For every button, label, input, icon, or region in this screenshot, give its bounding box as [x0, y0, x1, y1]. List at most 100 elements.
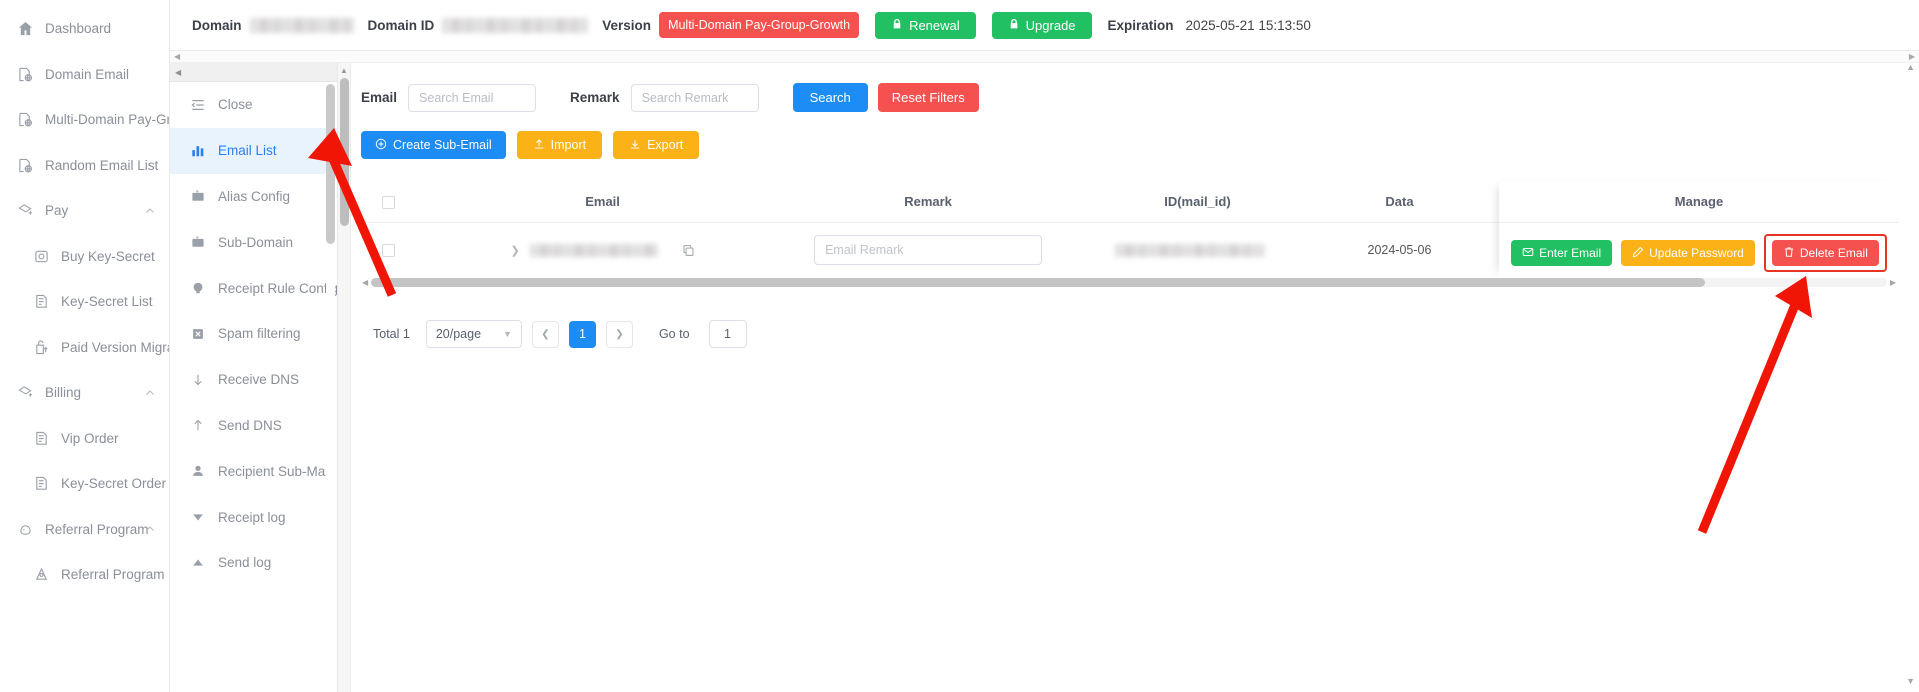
- inner-menu-collapse-handle[interactable]: ◀: [170, 63, 337, 82]
- inner-menu-item-recipient-sub-mail[interactable]: Recipient Sub-Mail: [170, 448, 337, 494]
- lock-icon: [1008, 18, 1020, 33]
- sidebar-group-billing[interactable]: Billing: [0, 370, 169, 416]
- page-size-select[interactable]: 20/page ▼: [425, 320, 522, 349]
- copy-icon[interactable]: [682, 244, 695, 257]
- update-password-button[interactable]: Update Password: [1621, 240, 1755, 266]
- inner-menu-item-email-list[interactable]: Email List: [170, 127, 337, 174]
- inner-menu-item-spam-filtering[interactable]: Spam filtering: [170, 311, 337, 357]
- scroll-right-arrow-icon[interactable]: ▶: [1887, 278, 1899, 287]
- sidebar-item-label: Domain Email: [45, 66, 130, 82]
- next-page-button[interactable]: ❯: [605, 320, 633, 348]
- upgrade-button-label: Upgrade: [1025, 17, 1076, 33]
- row-date-cell: 2024-05-06: [1326, 222, 1473, 279]
- sidebar-item-random-email-list[interactable]: Random Email List: [0, 143, 169, 189]
- pencil-icon: [1632, 246, 1644, 261]
- scrollbar-thumb[interactable]: [339, 78, 349, 226]
- row-checkbox[interactable]: [381, 244, 395, 258]
- action-row: Create Sub-Email Import Export: [359, 131, 1899, 159]
- inner-menu-item-alias-config[interactable]: Alias Config: [170, 174, 337, 220]
- select-all-checkbox[interactable]: [381, 196, 395, 210]
- sidebar-item-key-secret-list[interactable]: Key-Secret List: [0, 279, 169, 325]
- sidebar-item-label: Key-Secret List: [61, 294, 153, 310]
- version-badge[interactable]: Multi-Domain Pay-Group-Growth: [659, 12, 860, 38]
- arrow-down-icon: [190, 373, 206, 387]
- scroll-left-arrow-icon[interactable]: ◀: [174, 52, 180, 61]
- export-button[interactable]: Export: [613, 131, 700, 159]
- search-email-input[interactable]: [408, 83, 537, 112]
- domain-email-icon: [17, 157, 34, 174]
- scroll-left-arrow-icon[interactable]: ◀: [359, 278, 371, 287]
- inner-menu-item-send-dns[interactable]: Send DNS: [170, 403, 337, 449]
- reset-filters-button[interactable]: Reset Filters: [877, 83, 979, 112]
- prev-page-button[interactable]: ❮: [531, 320, 559, 348]
- delete-email-label: Delete Email: [1799, 246, 1868, 260]
- scrollbar-track: [371, 278, 1887, 287]
- scrollbar-thumb[interactable]: [371, 278, 1705, 287]
- search-remark-input[interactable]: [630, 83, 759, 112]
- search-button[interactable]: Search: [792, 83, 868, 112]
- mail-id-value-masked: [1115, 244, 1266, 258]
- sidebar-item-key-secret-order[interactable]: Key-Secret Order: [0, 461, 169, 507]
- inner-menu-item-receipt-rule-config[interactable]: Receipt Rule Config: [170, 265, 337, 311]
- inner-menu-item-sub-domain[interactable]: Sub-Domain: [170, 219, 337, 265]
- sidebar-item-label: Billing: [45, 385, 82, 401]
- column-header-email: Email: [417, 181, 788, 224]
- chevron-up-icon: [145, 206, 155, 216]
- inner-menu-item-send-log[interactable]: Send log: [170, 540, 337, 586]
- row-expand-icon[interactable]: ❯: [510, 244, 519, 257]
- inner-menu-item-label: Recipient Sub-Mail: [218, 463, 332, 479]
- inner-menu-item-close[interactable]: Close: [170, 82, 337, 128]
- sidebar-item-domain-email[interactable]: Domain Email: [0, 52, 169, 98]
- inner-menu-item-label: Alias Config: [218, 188, 291, 204]
- renewal-button[interactable]: Renewal: [875, 11, 976, 39]
- sidebar-item-label: Vip Order: [61, 430, 119, 446]
- delete-email-button[interactable]: Delete Email: [1771, 240, 1879, 266]
- column-header-data: Data: [1326, 181, 1473, 224]
- upgrade-button[interactable]: Upgrade: [991, 11, 1092, 39]
- sidebar-item-vip-order[interactable]: Vip Order: [0, 416, 169, 462]
- page-number-1[interactable]: 1: [568, 320, 596, 348]
- inner-menu-item-receive-dns[interactable]: Receive DNS: [170, 357, 337, 403]
- horizontal-scrollbar-top[interactable]: ◀ ▶: [170, 51, 1919, 63]
- column-header-remark: Remark: [787, 181, 1069, 224]
- pay-icon: [17, 384, 34, 401]
- import-button[interactable]: Import: [516, 131, 603, 159]
- scrollbar-thumb[interactable]: [326, 84, 335, 244]
- sidebar-group-referral-program[interactable]: Referral Program: [0, 507, 169, 553]
- table-horizontal-scrollbar[interactable]: ◀ ▶: [359, 276, 1899, 289]
- referral-icon: [17, 521, 34, 538]
- goto-page-input[interactable]: [708, 320, 747, 349]
- panel-vertical-scrollbar[interactable]: ▲: [338, 63, 351, 692]
- sidebar-item-dashboard[interactable]: Dashboard: [0, 6, 169, 52]
- goto-label: Go to: [658, 327, 690, 342]
- inner-menu-item-receipt-log[interactable]: Receipt log: [170, 494, 337, 540]
- enter-email-button[interactable]: Enter Email: [1511, 240, 1613, 266]
- sidebar-item-multi-domain-pay-group[interactable]: Multi-Domain Pay-Group: [0, 97, 169, 143]
- row-select-cell: [359, 222, 418, 279]
- arrow-up-icon: [190, 418, 206, 432]
- email-remark-input[interactable]: [814, 235, 1043, 266]
- collapse-menu-icon: [190, 98, 206, 112]
- sidebar-item-referral-program-sub[interactable]: Referral Program: [0, 552, 169, 598]
- panel-scroll-up-arrow-icon[interactable]: ▲: [1906, 62, 1915, 72]
- export-label: Export: [647, 138, 684, 152]
- main-area: Domain Domain ID Version Multi-Domain Pa…: [170, 0, 1919, 692]
- domain-value-masked: [249, 17, 354, 33]
- scroll-right-arrow-icon[interactable]: ▶: [1909, 52, 1915, 61]
- manage-actions-cell: Enter Email Update Password Delete Email: [1499, 223, 1899, 284]
- sidebar-group-pay[interactable]: Pay: [0, 188, 169, 234]
- sidebar-item-paid-version-migration[interactable]: Paid Version Migration: [0, 325, 169, 371]
- spam-icon: [190, 327, 206, 341]
- create-sub-email-button[interactable]: Create Sub-Email: [361, 131, 506, 159]
- user-icon: [190, 464, 206, 478]
- enter-email-label: Enter Email: [1539, 246, 1602, 260]
- inner-menu-scrollbar[interactable]: [326, 84, 335, 690]
- email-value-masked: [529, 243, 658, 257]
- sidebar-item-label: Buy Key-Secret: [61, 248, 155, 264]
- content-area: ◀ Close Email List Alias Config Sub-Doma…: [170, 63, 1919, 692]
- page-size-value: 20/page: [435, 327, 482, 342]
- panel-scroll-down-arrow-icon[interactable]: ▼: [1906, 676, 1915, 686]
- sidebar-item-buy-key-secret[interactable]: Buy Key-Secret: [0, 234, 169, 280]
- scroll-up-arrow-icon[interactable]: ▲: [340, 66, 348, 75]
- inner-menu-item-label: Send log: [218, 555, 272, 571]
